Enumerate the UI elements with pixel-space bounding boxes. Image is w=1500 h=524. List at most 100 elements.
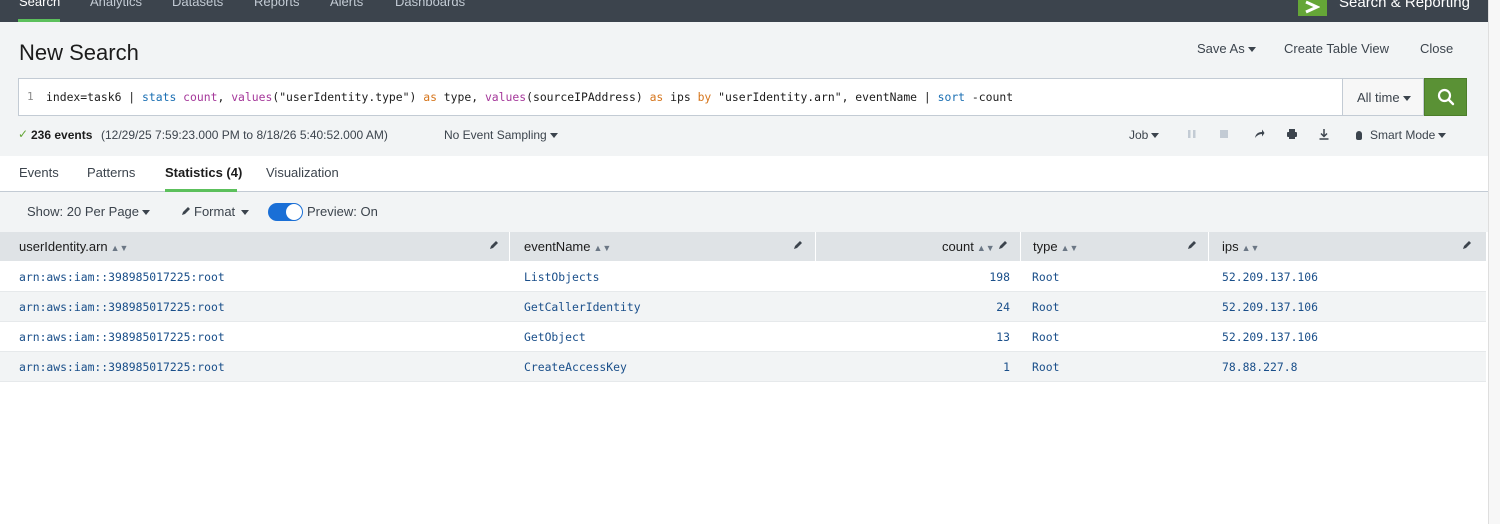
tab-visualization[interactable]: Visualization [266, 165, 339, 180]
cell-type[interactable]: Root [1032, 270, 1059, 284]
job-menu[interactable]: Job [1129, 128, 1160, 142]
pencil-icon[interactable] [1462, 240, 1472, 250]
cell-arn[interactable]: arn:aws:iam::398985017225:root [19, 270, 225, 284]
nav-tab-search[interactable]: Search [19, 0, 60, 9]
nav-tab-datasets[interactable]: Datasets [172, 0, 223, 9]
nav-tab-dashboards[interactable]: Dashboards [395, 0, 465, 9]
column-header-userIdentity-arn[interactable]: userIdentity.arn ▲▼ [0, 232, 510, 261]
nav-tab-analytics[interactable]: Analytics [90, 0, 142, 9]
search-header: New Search Save As Create Table View Clo… [0, 22, 1488, 156]
cell-type[interactable]: Root [1032, 300, 1059, 314]
query-keyword: by [697, 90, 712, 104]
query-text: type, [436, 90, 485, 104]
sort-icon: ▲▼ [1241, 243, 1260, 253]
app-logo-icon [1298, 0, 1327, 16]
cell-type[interactable]: Root [1032, 360, 1059, 374]
query-text: index=task6 | [46, 90, 143, 104]
format-dropdown[interactable]: Format [181, 204, 250, 219]
sort-icon: ▲▼ [976, 243, 995, 253]
column-header-count[interactable]: count ▲▼ [818, 232, 1021, 261]
chevron-down-icon [1247, 47, 1256, 53]
query-command: stats [142, 90, 177, 104]
time-range-label: All time [1357, 90, 1400, 105]
chevron-down-icon [1402, 96, 1411, 102]
query-keyword: as [649, 90, 664, 104]
column-label: count [942, 239, 974, 254]
cell-event-name[interactable]: CreateAccessKey [524, 360, 627, 374]
chevron-down-icon [241, 210, 250, 216]
search-mode-dropdown[interactable]: Smart Mode [1356, 128, 1447, 142]
column-label: userIdentity.arn [19, 239, 108, 254]
sort-icon: ▲▼ [1060, 243, 1079, 253]
tab-patterns[interactable]: Patterns [87, 165, 135, 180]
per-page-dropdown[interactable]: Show: 20 Per Page [27, 204, 151, 219]
page-title: New Search [19, 40, 139, 65]
share-icon[interactable] [1253, 128, 1265, 143]
column-label: eventName [524, 239, 591, 254]
event-count[interactable]: 236 events [31, 128, 92, 142]
cell-count[interactable]: 13 [900, 330, 1010, 344]
pencil-icon[interactable] [793, 240, 803, 250]
query-keyword: as [423, 90, 437, 104]
sort-icon: ▲▼ [593, 243, 612, 253]
cell-ips[interactable]: 52.209.137.106 [1222, 300, 1318, 314]
nav-tab-reports[interactable]: Reports [254, 0, 300, 9]
cell-ips[interactable]: 52.209.137.106 [1222, 270, 1318, 284]
tab-events[interactable]: Events [19, 165, 59, 180]
column-header-type[interactable]: type ▲▼ [1023, 232, 1209, 261]
column-label: type [1033, 239, 1058, 254]
cell-ips[interactable]: 52.209.137.106 [1222, 330, 1318, 344]
table-row: arn:aws:iam::398985017225:root ListObjec… [0, 262, 1486, 292]
query-text: , [217, 90, 232, 104]
pause-icon[interactable] [1187, 128, 1197, 143]
pencil-icon[interactable] [1187, 240, 1197, 250]
cell-event-name[interactable]: ListObjects [524, 270, 599, 284]
search-mode-label: Smart Mode [1370, 128, 1436, 142]
sort-icon: ▲▼ [110, 243, 129, 253]
cell-event-name[interactable]: GetObject [524, 330, 586, 344]
cell-count[interactable]: 24 [900, 300, 1010, 314]
cell-count[interactable]: 198 [900, 270, 1010, 284]
create-table-view-button[interactable]: Create Table View [1284, 41, 1389, 56]
pencil-icon[interactable] [998, 240, 1008, 250]
tab-statistics[interactable]: Statistics (4) [165, 165, 242, 180]
download-icon[interactable] [1318, 128, 1330, 143]
close-button[interactable]: Close [1420, 41, 1453, 56]
cell-event-name[interactable]: GetCallerIdentity [524, 300, 641, 314]
top-nav: Search Analytics Datasets Reports Alerts… [0, 0, 1488, 22]
time-range-picker[interactable]: All time [1342, 78, 1424, 116]
save-as-button[interactable]: Save As [1197, 41, 1256, 56]
search-query[interactable]: index=task6 | stats count, values("userI… [46, 90, 1013, 104]
page-scrollbar[interactable] [1488, 0, 1500, 524]
query-text: ("userIdentity.type") [272, 90, 424, 104]
search-button[interactable] [1424, 78, 1467, 116]
search-input[interactable]: 1 index=task6 | stats count, values("use… [18, 78, 1424, 116]
cell-type[interactable]: Root [1032, 330, 1059, 344]
query-function: values [484, 90, 527, 104]
results-toolbar: Show: 20 Per Page Format Preview: On [0, 192, 1488, 232]
column-header-eventName[interactable]: eventName ▲▼ [512, 232, 816, 261]
event-sampling-label: No Event Sampling [444, 128, 547, 142]
cell-arn[interactable]: arn:aws:iam::398985017225:root [19, 330, 225, 344]
stop-icon[interactable] [1219, 128, 1229, 143]
pencil-icon[interactable] [489, 240, 499, 250]
query-text: "userIdentity.arn", eventName | [711, 90, 938, 104]
preview-toggle[interactable] [268, 203, 303, 221]
job-status-bar: ✓ 236 events (12/29/25 7:59:23.000 PM to… [0, 126, 1488, 146]
column-label: ips [1222, 239, 1239, 254]
check-icon: ✓ [18, 127, 29, 141]
per-page-label: Show: 20 Per Page [27, 204, 140, 219]
cell-arn[interactable]: arn:aws:iam::398985017225:root [19, 300, 225, 314]
table-row: arn:aws:iam::398985017225:root CreateAcc… [0, 352, 1486, 382]
cell-arn[interactable]: arn:aws:iam::398985017225:root [19, 360, 225, 374]
cell-ips[interactable]: 78.88.227.8 [1222, 360, 1297, 374]
event-sampling-dropdown[interactable]: No Event Sampling [444, 128, 558, 142]
chevron-down-icon [1438, 133, 1447, 139]
cell-count[interactable]: 1 [900, 360, 1010, 374]
app-title[interactable]: Search & Reporting [1339, 0, 1470, 11]
chevron-down-icon [142, 210, 151, 216]
save-as-label: Save As [1197, 41, 1245, 56]
print-icon[interactable] [1286, 128, 1298, 143]
nav-tab-alerts[interactable]: Alerts [330, 0, 363, 9]
column-header-ips[interactable]: ips ▲▼ [1211, 232, 1486, 261]
